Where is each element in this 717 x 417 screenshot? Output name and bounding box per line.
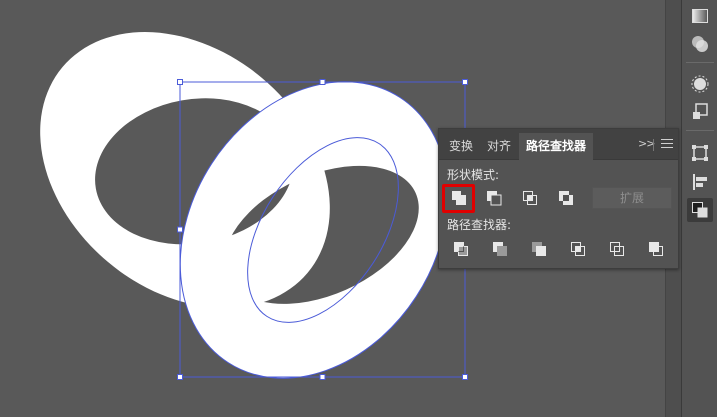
- align-icon[interactable]: [687, 170, 713, 194]
- panel-tab-bar: 变换 对齐 路径查找器 >>: [439, 129, 678, 160]
- divide-icon[interactable]: [446, 237, 476, 261]
- toolbar-divider: [686, 130, 714, 131]
- transparency-icon[interactable]: [687, 32, 713, 56]
- appearance-icon[interactable]: [687, 72, 713, 96]
- pathfinders-label: 路径查找器:: [447, 218, 512, 232]
- handle-top-left: [177, 79, 183, 85]
- merge-icon[interactable]: [524, 237, 554, 261]
- transform-icon[interactable]: [687, 141, 713, 165]
- handle-top-right: [462, 79, 468, 85]
- expand-button[interactable]: 扩展: [592, 187, 672, 209]
- toolbar-divider: [686, 62, 714, 63]
- symbols-icon[interactable]: [687, 100, 713, 124]
- panel-menu-icon[interactable]: [661, 139, 673, 149]
- right-panel-dock: [681, 0, 717, 417]
- exclude-icon[interactable]: [551, 186, 581, 210]
- outline-icon[interactable]: [602, 237, 632, 261]
- pathfinder-icon[interactable]: [687, 198, 713, 222]
- tab-transform[interactable]: 变换: [443, 133, 479, 160]
- intersect-icon[interactable]: [515, 186, 545, 210]
- handle-bottom-left: [177, 374, 183, 380]
- handle-bottom-middle: [319, 374, 326, 380]
- tab-pathfinder[interactable]: 路径查找器: [519, 133, 593, 160]
- pathfinder-panel: 变换 对齐 路径查找器 >> 形状模式: 扩展 路径查找器:: [438, 128, 679, 269]
- minus-front-icon[interactable]: [479, 186, 509, 210]
- trim-icon[interactable]: [485, 237, 515, 261]
- handle-top-middle: [319, 79, 326, 85]
- tab-align[interactable]: 对齐: [480, 133, 518, 160]
- collapse-panel-button[interactable]: >>: [638, 137, 655, 150]
- gradient-icon[interactable]: [687, 4, 713, 28]
- crop-icon[interactable]: [563, 237, 593, 261]
- shape-modes-label: 形状模式:: [447, 168, 500, 182]
- minus-back-icon[interactable]: [641, 237, 671, 261]
- handle-middle-left: [177, 226, 183, 233]
- handle-bottom-right: [462, 374, 468, 380]
- highlight-marker: [442, 184, 475, 213]
- tab-bar-divider: [653, 139, 654, 151]
